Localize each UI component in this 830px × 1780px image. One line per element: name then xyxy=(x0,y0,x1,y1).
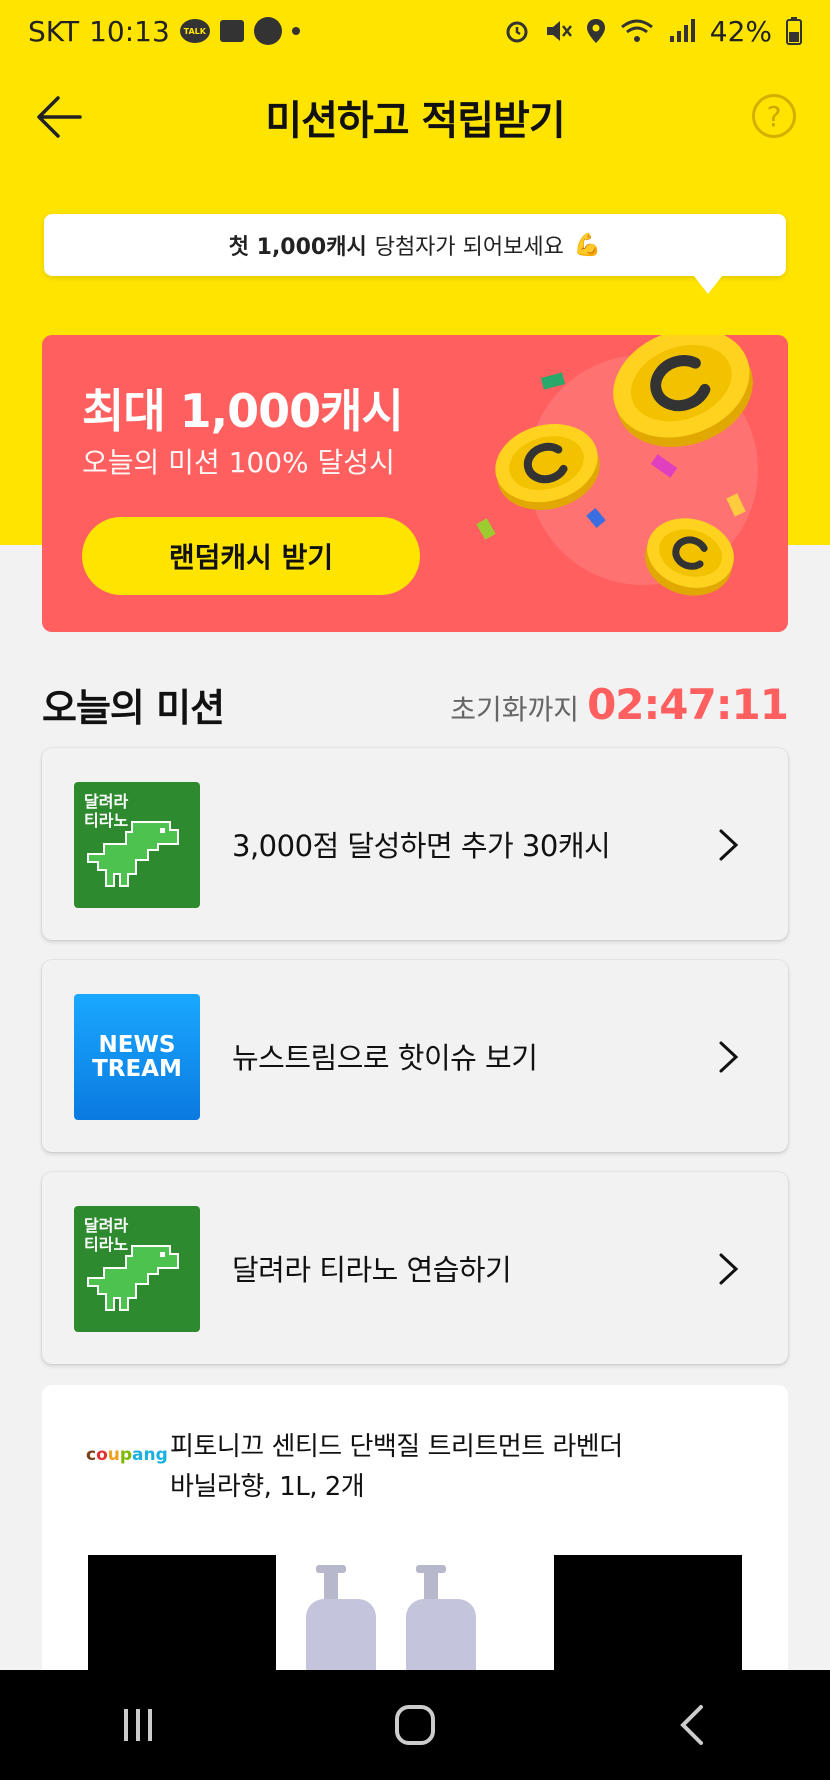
tirano-game-thumbnail: 달려라 티라노 xyxy=(74,782,200,908)
chevron-right-icon xyxy=(719,829,739,861)
status-bar: SKT 10:13 TALK 42% xyxy=(0,0,830,62)
kakaotalk-notification-icon: TALK xyxy=(179,19,210,43)
back-arrow-icon[interactable] xyxy=(34,94,84,140)
missions-header: 오늘의 미션 초기화까지 02:47:11 xyxy=(42,674,789,734)
recent-apps-icon xyxy=(124,1709,153,1741)
flexed-biceps-icon: 💪 xyxy=(573,232,602,258)
carrier-label: SKT xyxy=(28,14,80,48)
newstream-thumbnail: NEWS TREAM xyxy=(74,994,200,1120)
mission-text: 3,000점 달성하면 추가 30캐시 xyxy=(232,829,611,863)
mission-item[interactable]: 달려라 티라노 3,000점 달성하면 추가 30캐시 xyxy=(42,748,788,940)
back-nav-button[interactable] xyxy=(662,1695,722,1755)
missions-title: 오늘의 미션 xyxy=(42,685,225,730)
coupang-logo: coupang xyxy=(86,1445,168,1465)
dinosaur-icon xyxy=(87,821,179,887)
tooltip-text: 당첨자가 되어보세요 xyxy=(374,235,564,260)
system-navigation-bar xyxy=(0,1670,830,1780)
chevron-right-icon xyxy=(719,1041,739,1073)
ad-product-title: 피토니끄 센티드 단백질 트리트먼트 라벤더 바닐라향, 1L, 2개 xyxy=(170,1432,623,1503)
promo-title: 최대 1,000캐시 xyxy=(82,384,404,438)
gallery-notification-icon xyxy=(219,20,244,42)
battery-icon xyxy=(786,17,802,45)
clock: 10:13 xyxy=(89,14,170,48)
help-icon[interactable]: ? xyxy=(752,94,796,138)
mission-item[interactable]: 달려라 티라노 달려라 티라노 연습하기 xyxy=(42,1172,788,1364)
mission-text: 달려라 티라노 연습하기 xyxy=(232,1253,512,1287)
alarm-icon xyxy=(506,21,528,43)
home-button[interactable] xyxy=(385,1695,445,1755)
signal-icon xyxy=(669,19,695,42)
thumb-label-bottom: TREAM xyxy=(92,1056,182,1082)
reset-timer: 02:47:11 xyxy=(587,679,789,729)
reset-countdown: 초기화까지 02:47:11 xyxy=(450,679,789,729)
app-header: 미션하고 적립받기 ? xyxy=(0,72,830,162)
reset-label: 초기화까지 xyxy=(450,692,580,726)
battery-percent: 42% xyxy=(709,14,772,48)
dinosaur-icon xyxy=(87,1245,179,1311)
thumb-label-top: NEWS xyxy=(98,1031,176,1058)
settings-notification-icon xyxy=(253,17,282,45)
home-icon xyxy=(394,1705,435,1745)
back-nav-icon xyxy=(679,1705,703,1745)
wifi-icon xyxy=(620,19,653,42)
mission-item[interactable]: NEWS TREAM 뉴스트림으로 핫이슈 보기 xyxy=(42,960,788,1152)
page-title: 미션하고 적립받기 xyxy=(265,98,565,144)
more-notifications-icon xyxy=(291,27,300,35)
promo-tooltip: 첫 1,000캐시 당첨자가 되어보세요 💪 xyxy=(44,214,786,294)
random-cash-button[interactable]: 랜덤캐시 받기 xyxy=(82,517,420,595)
tooltip-highlight: 첫 1,000캐시 xyxy=(228,235,367,260)
chevron-right-icon xyxy=(719,1253,739,1285)
tirano-game-thumbnail: 달려라 티라노 xyxy=(74,1206,200,1332)
promo-subtitle: 오늘의 미션 100% 달성시 xyxy=(82,446,395,479)
location-icon xyxy=(586,19,605,43)
random-cash-banner: 최대 1,000캐시 오늘의 미션 100% 달성시 랜덤캐시 받기 xyxy=(42,335,788,632)
mute-icon xyxy=(546,21,572,41)
recent-apps-button[interactable] xyxy=(108,1695,168,1755)
mission-text: 뉴스트림으로 핫이슈 보기 xyxy=(232,1041,538,1075)
